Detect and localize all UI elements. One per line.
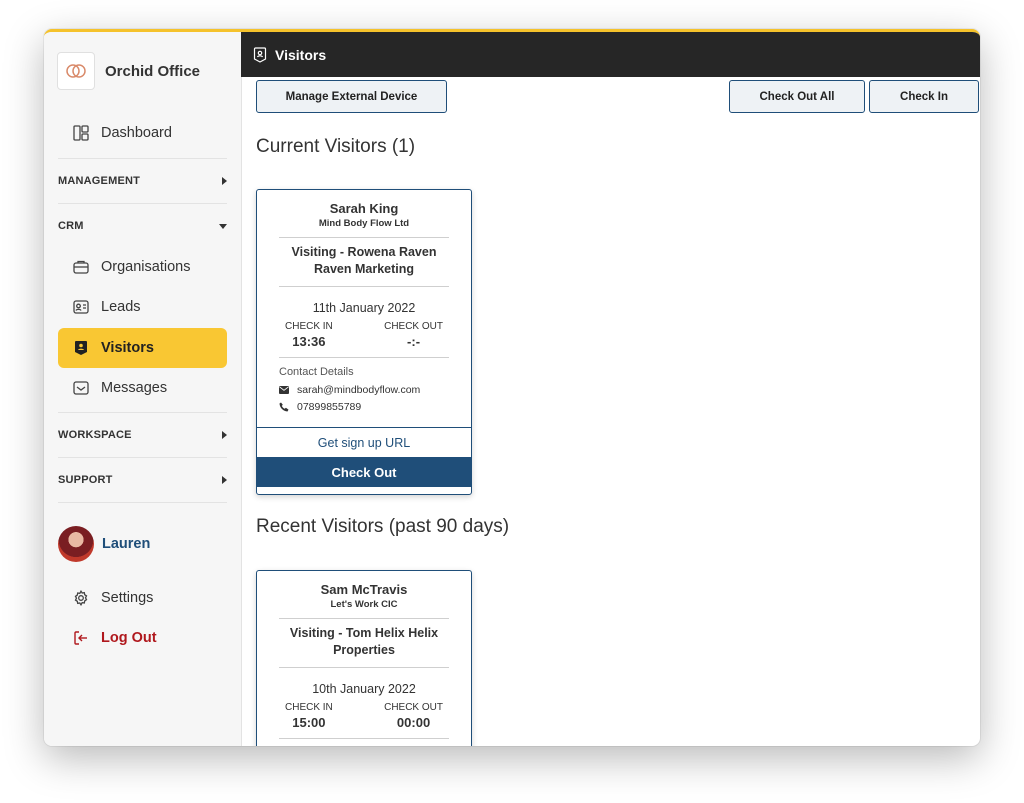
divider bbox=[279, 618, 449, 619]
contact-phone[interactable]: 07899855789 bbox=[297, 401, 361, 413]
section-label: MANAGEMENT bbox=[58, 175, 141, 187]
sidebar-item-label: Organisations bbox=[101, 259, 191, 275]
chevron-down-icon bbox=[219, 223, 227, 229]
visitor-name: Sam McTravis bbox=[320, 582, 408, 597]
check-in-time: 13:36 bbox=[292, 334, 326, 349]
sidebar-item-dashboard[interactable]: Dashboard bbox=[58, 113, 227, 153]
chevron-right-icon bbox=[222, 431, 227, 439]
check-out-label: CHECK OUT bbox=[384, 702, 443, 713]
sidebar-item-label: Visitors bbox=[101, 340, 154, 356]
check-times: CHECK IN 13:36 CHECK OUT -:- bbox=[285, 321, 443, 349]
divider bbox=[58, 158, 227, 159]
visitor-badge-icon bbox=[72, 339, 90, 357]
visitor-organisation: Let's Work CIC bbox=[330, 599, 398, 610]
section-label: CRM bbox=[58, 220, 84, 232]
sidebar-item-settings[interactable]: Settings bbox=[58, 578, 227, 618]
visiting-host: Visiting - Rowena Raven Raven Marketing bbox=[291, 245, 437, 276]
check-in-label: CHECK IN bbox=[285, 321, 333, 332]
user-name: Lauren bbox=[102, 536, 151, 552]
section-support[interactable]: SUPPORT bbox=[58, 474, 227, 486]
check-in-block: CHECK IN 13:36 bbox=[285, 321, 333, 349]
contact-email[interactable]: sarah@mindbodyflow.com bbox=[297, 384, 420, 396]
sidebar-item-label: Log Out bbox=[101, 630, 157, 646]
section-workspace[interactable]: WORKSPACE bbox=[58, 429, 227, 441]
visit-date: 10th January 2022 bbox=[312, 682, 416, 696]
envelope-icon bbox=[279, 386, 291, 394]
check-out-block: CHECK OUT -:- bbox=[384, 321, 443, 349]
visiting-host: Visiting - Tom Helix Helix Properties bbox=[289, 626, 439, 657]
sidebar-item-logout[interactable]: Log Out bbox=[58, 618, 227, 658]
orchid-logo-icon bbox=[57, 52, 95, 90]
current-visitors-heading: Current Visitors (1) bbox=[256, 136, 416, 157]
briefcase-icon bbox=[72, 258, 90, 276]
section-management[interactable]: MANAGEMENT bbox=[58, 175, 227, 187]
check-out-time: -:- bbox=[407, 334, 421, 349]
divider bbox=[279, 738, 449, 739]
gear-icon bbox=[72, 589, 90, 607]
check-in-time: 15:00 bbox=[292, 715, 326, 730]
sidebar-item-label: Settings bbox=[101, 590, 154, 606]
contact-details: Contact Details sarah@mindbodyflow.com 0… bbox=[279, 366, 449, 413]
contact-email-row: sarah@mindbodyflow.com bbox=[279, 384, 449, 396]
sidebar-item-organisations[interactable]: Organisations bbox=[58, 247, 227, 287]
divider bbox=[279, 286, 449, 287]
check-out-label: CHECK OUT bbox=[384, 321, 443, 332]
manage-external-device-button[interactable]: Manage External Device bbox=[256, 80, 447, 113]
app-window: Orchid Office Dashboard MANAGEMENT CRM O… bbox=[44, 29, 980, 746]
brand[interactable]: Orchid Office bbox=[57, 52, 200, 90]
section-crm[interactable]: CRM bbox=[58, 220, 227, 232]
sidebar-item-label: Messages bbox=[101, 380, 168, 396]
check-out-time: 00:00 bbox=[396, 715, 431, 730]
sidebar-item-label: Leads bbox=[101, 299, 141, 315]
sidebar-item-visitors[interactable]: Visitors bbox=[58, 328, 227, 368]
visitor-badge-icon bbox=[253, 46, 267, 63]
sidebar-item-messages[interactable]: Messages bbox=[58, 368, 227, 408]
divider bbox=[279, 357, 449, 358]
divider bbox=[58, 412, 227, 413]
divider bbox=[58, 203, 227, 204]
chevron-right-icon bbox=[222, 476, 227, 484]
brand-name: Orchid Office bbox=[105, 62, 201, 80]
check-times: CHECK IN 15:00 CHECK OUT 00:00 bbox=[285, 702, 443, 730]
avatar bbox=[58, 526, 94, 562]
divider bbox=[279, 237, 449, 238]
contact-card-icon bbox=[72, 298, 90, 316]
check-in-label: CHECK IN bbox=[285, 702, 333, 713]
visit-date: 11th January 2022 bbox=[312, 301, 416, 315]
divider bbox=[58, 457, 227, 458]
page-title: Visitors bbox=[275, 46, 327, 63]
get-signup-url-link[interactable]: Get sign up URL bbox=[257, 427, 471, 457]
phone-icon bbox=[279, 402, 291, 412]
topbar: Visitors bbox=[241, 32, 980, 77]
sidebar-item-leads[interactable]: Leads bbox=[58, 287, 227, 327]
check-in-button[interactable]: Check In bbox=[869, 80, 979, 113]
logout-icon bbox=[72, 629, 90, 647]
section-label: SUPPORT bbox=[58, 474, 113, 486]
visitor-card: Sam McTravis Let's Work CIC Visiting - T… bbox=[256, 570, 472, 746]
dashboard-icon bbox=[72, 124, 90, 142]
visitor-name: Sarah King bbox=[329, 201, 399, 216]
visitor-card: Sarah King Mind Body Flow Ltd Visiting -… bbox=[256, 189, 472, 495]
check-in-block: CHECK IN 15:00 bbox=[285, 702, 333, 730]
contact-heading: Contact Details bbox=[279, 366, 354, 378]
check-out-button[interactable]: Check Out bbox=[257, 457, 471, 487]
inbox-icon bbox=[72, 379, 90, 397]
recent-visitors-heading: Recent Visitors (past 90 days) bbox=[256, 516, 510, 537]
user-profile[interactable]: Lauren bbox=[58, 526, 150, 562]
sidebar: Orchid Office Dashboard MANAGEMENT CRM O… bbox=[44, 32, 242, 746]
sidebar-item-label: Dashboard bbox=[101, 125, 172, 141]
contact-phone-row: 07899855789 bbox=[279, 401, 449, 413]
check-out-block: CHECK OUT 00:00 bbox=[384, 702, 443, 730]
visitor-organisation: Mind Body Flow Ltd bbox=[318, 218, 410, 229]
chevron-right-icon bbox=[222, 177, 227, 185]
divider bbox=[58, 502, 227, 503]
check-out-all-button[interactable]: Check Out All bbox=[729, 80, 865, 113]
divider bbox=[279, 667, 449, 668]
section-label: WORKSPACE bbox=[58, 429, 132, 441]
